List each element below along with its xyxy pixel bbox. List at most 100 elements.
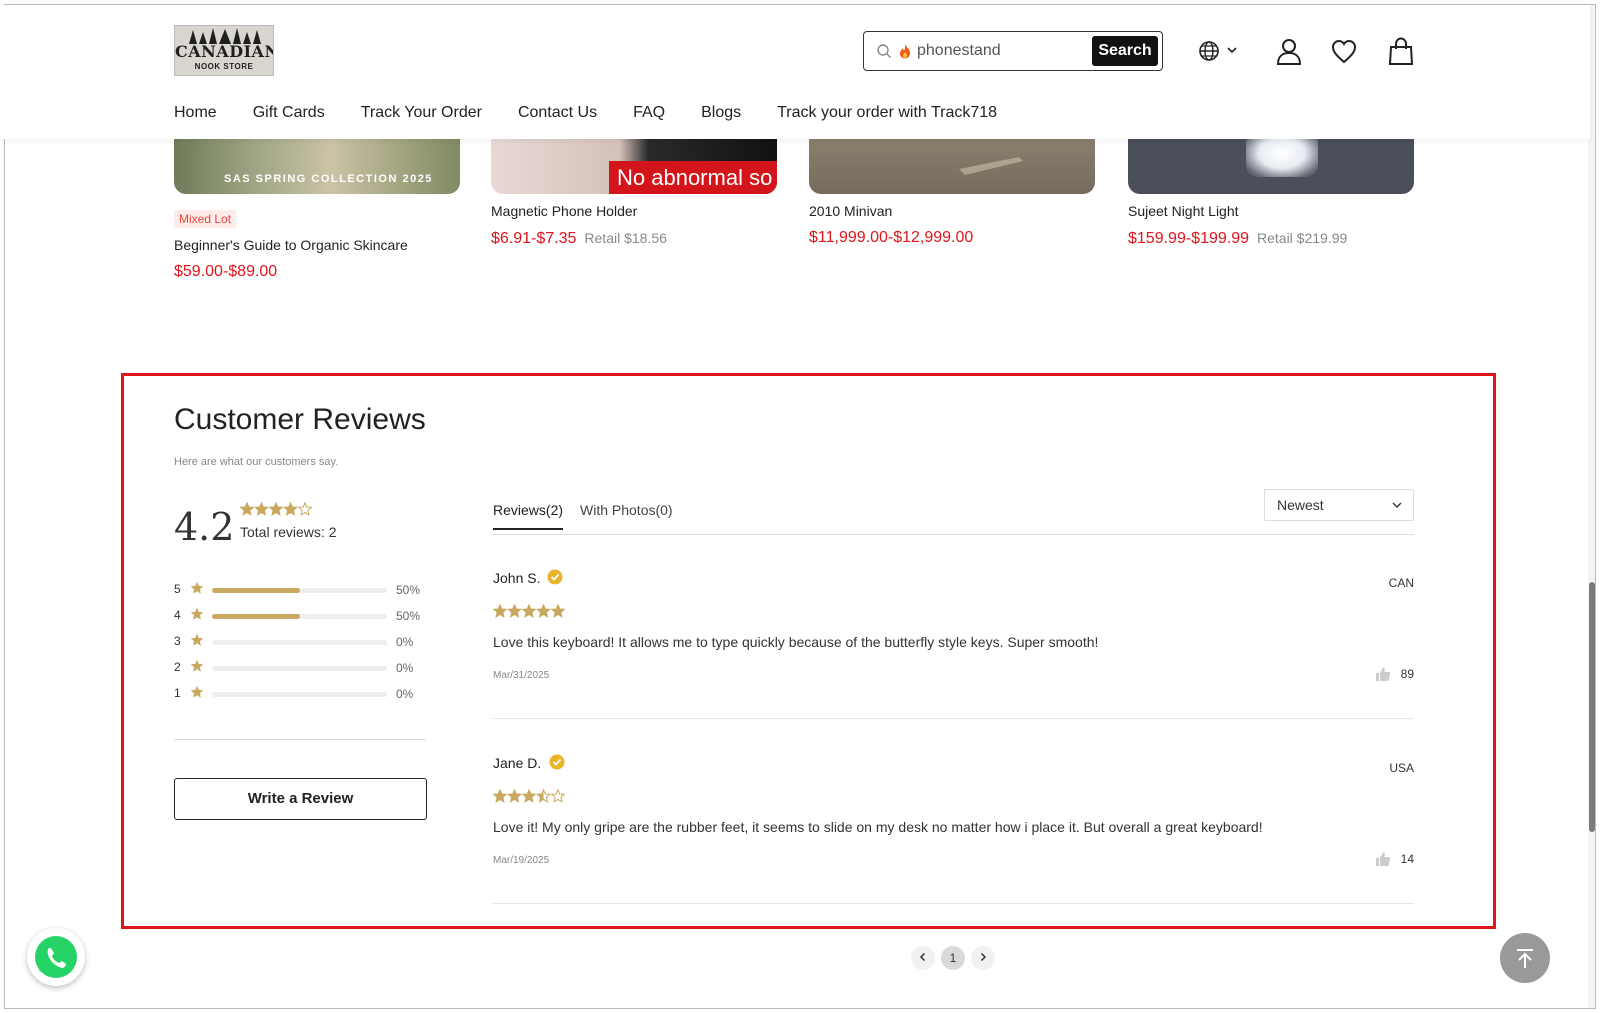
product-title[interactable]: Sujeet Night Light xyxy=(1128,202,1414,220)
nav-blogs[interactable]: Blogs xyxy=(701,101,741,127)
search-button[interactable]: Search xyxy=(1092,36,1158,66)
sort-selected-value: Newest xyxy=(1277,497,1324,513)
rating-bar-track xyxy=(212,666,387,671)
search-bar: Search xyxy=(863,31,1163,71)
nav-home[interactable]: Home xyxy=(174,101,217,127)
account-icon[interactable] xyxy=(1276,37,1302,65)
search-input[interactable] xyxy=(917,39,1077,63)
search-icon xyxy=(877,44,891,58)
nav-track718[interactable]: Track your order with Track718 xyxy=(777,101,997,127)
product-title[interactable]: Magnetic Phone Holder xyxy=(491,202,777,220)
like-button[interactable]: 14 xyxy=(1375,851,1414,867)
product-card[interactable]: No abnormal so Magnetic Phone Holder $6.… xyxy=(491,139,777,249)
star-icon xyxy=(522,604,536,618)
page-button-current[interactable]: 1 xyxy=(941,946,965,970)
rating-row-3[interactable]: 3 0% xyxy=(174,633,424,660)
product-image[interactable]: No abnormal so xyxy=(491,139,777,194)
rating-row-4[interactable]: 4 50% xyxy=(174,607,424,634)
star-icon xyxy=(551,604,565,618)
rating-bar-track xyxy=(212,588,387,593)
rating-star-count: 1 xyxy=(174,686,181,700)
star-icon xyxy=(551,789,565,803)
price-range: $6.91-$7.35 xyxy=(491,230,577,247)
like-button[interactable]: 89 xyxy=(1375,666,1414,682)
review-stars xyxy=(493,789,565,803)
product-price: $159.99-$199.99 Retail $219.99 xyxy=(1128,228,1414,249)
fire-icon xyxy=(900,44,910,59)
rating-row-2[interactable]: 2 0% xyxy=(174,659,424,686)
star-icon xyxy=(493,789,507,803)
reviews-subtitle: Here are what our customers say. xyxy=(174,456,339,468)
rating-row-1[interactable]: 1 0% xyxy=(174,685,424,712)
star-icon xyxy=(298,502,312,516)
whatsapp-icon xyxy=(35,936,77,978)
product-image-text: No abnormal so xyxy=(609,161,777,194)
chevron-down-icon xyxy=(1392,502,1402,508)
tab-with-photos[interactable]: With Photos(0) xyxy=(580,502,673,528)
rating-star-count: 5 xyxy=(174,582,181,596)
star-icon xyxy=(190,607,204,620)
scrollbar-track[interactable] xyxy=(1588,5,1596,1008)
star-icon xyxy=(240,502,254,516)
shopping-bag-icon[interactable] xyxy=(1388,37,1414,65)
store-logo[interactable]: CANADIAN NOOK STORE xyxy=(174,25,274,76)
price-range: $159.99-$199.99 xyxy=(1128,230,1249,247)
thumbs-up-icon xyxy=(1375,667,1390,681)
star-icon xyxy=(507,604,522,618)
star-icon xyxy=(254,502,269,516)
thumbs-up-icon xyxy=(1375,852,1390,866)
verified-badge-icon xyxy=(547,569,563,585)
star-icon xyxy=(507,789,522,803)
arrow-up-icon xyxy=(1517,949,1533,968)
product-price: $6.91-$7.35 Retail $18.56 xyxy=(491,228,777,249)
review-text: Love it! My only gripe are the rubber fe… xyxy=(493,819,1263,835)
nav-faq[interactable]: FAQ xyxy=(633,101,665,127)
rating-bar-fill xyxy=(212,614,300,619)
nav-track-your-order[interactable]: Track Your Order xyxy=(361,101,482,127)
review-date: Mar/31/2025 xyxy=(493,670,550,681)
rating-bar-track xyxy=(212,692,387,697)
rating-star-count: 4 xyxy=(174,608,181,622)
rating-percent: 50% xyxy=(396,609,421,623)
back-to-top-button[interactable] xyxy=(1500,933,1550,983)
product-title[interactable]: 2010 Minivan xyxy=(809,202,1095,220)
divider xyxy=(493,718,1414,719)
nav-gift-cards[interactable]: Gift Cards xyxy=(253,101,325,127)
site-header: CANADIAN NOOK STORE Search xyxy=(0,5,1590,139)
verified-badge-icon xyxy=(549,754,565,770)
product-price: $59.00-$89.00 xyxy=(174,262,460,282)
write-review-button[interactable]: Write a Review xyxy=(174,778,427,820)
star-icon xyxy=(536,604,551,618)
nav-contact-us[interactable]: Contact Us xyxy=(518,101,597,127)
rating-percent: 0% xyxy=(396,687,414,701)
rating-row-5[interactable]: 5 50% xyxy=(174,581,424,608)
wishlist-heart-icon[interactable] xyxy=(1331,37,1357,65)
product-image[interactable] xyxy=(1128,139,1414,194)
logo-sub: NOOK STORE xyxy=(194,62,254,71)
reviewer-name: John S. xyxy=(493,570,541,586)
reviewer-country: USA xyxy=(1389,761,1414,775)
star-icon xyxy=(190,633,204,646)
rating-star-count: 2 xyxy=(174,660,181,674)
language-globe-icon[interactable] xyxy=(1198,37,1240,65)
product-card[interactable]: SAS SPRING COLLECTION 2025 Mixed Lot Beg… xyxy=(174,139,460,282)
rating-star-count: 3 xyxy=(174,634,181,648)
logo-name: CANADIAN xyxy=(175,42,274,61)
product-image[interactable]: SAS SPRING COLLECTION 2025 xyxy=(174,139,460,194)
product-title[interactable]: Beginner's Guide to Organic Skincare xyxy=(174,236,460,254)
product-card[interactable]: 2010 Minivan $11,999.00-$12,999.00 xyxy=(809,139,1095,248)
product-card[interactable]: Sujeet Night Light $159.99-$199.99 Retail… xyxy=(1128,139,1414,249)
like-count: 89 xyxy=(1400,667,1414,681)
scrollbar-thumb[interactable] xyxy=(1589,582,1595,832)
star-icon xyxy=(493,604,507,618)
next-page-button[interactable] xyxy=(971,946,995,970)
tab-reviews[interactable]: Reviews(2) xyxy=(493,502,564,530)
whatsapp-button[interactable] xyxy=(27,928,85,986)
average-stars xyxy=(240,502,312,516)
product-image[interactable] xyxy=(809,139,1095,194)
star-icon xyxy=(190,685,204,698)
sort-select[interactable]: Newest xyxy=(1264,489,1414,521)
reviewer-name: Jane D. xyxy=(493,755,542,771)
prev-page-button[interactable] xyxy=(911,946,935,970)
rating-bar-fill xyxy=(212,588,300,593)
